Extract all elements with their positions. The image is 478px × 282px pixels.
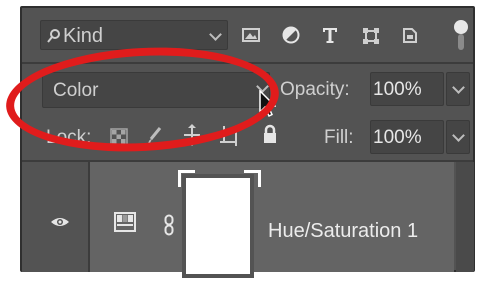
opacity-field[interactable]: 100%	[370, 72, 444, 106]
filter-toggle-knob	[454, 20, 468, 34]
layer-row[interactable]: Hue/Saturation 1	[90, 162, 454, 278]
shape-layer-filter-icon[interactable]	[362, 27, 380, 45]
search-icon	[47, 29, 60, 43]
pixel-layer-filter-icon[interactable]	[242, 28, 260, 42]
filter-toggle-track	[458, 34, 464, 50]
filter-kind-dropdown[interactable]: Kind	[40, 20, 228, 50]
hue-saturation-adjustment-icon	[114, 212, 136, 232]
eye-icon[interactable]	[50, 216, 70, 228]
type-layer-filter-icon[interactable]	[322, 26, 338, 44]
adjustment-layer-filter-icon[interactable]	[282, 26, 300, 44]
opacity-label: Opacity:	[280, 79, 350, 100]
filter-kind-label: Kind	[63, 25, 104, 47]
scrollbar-track[interactable]	[456, 162, 474, 272]
fill-field[interactable]: 100%	[370, 120, 444, 154]
opacity-slider-button[interactable]	[446, 72, 470, 106]
lock-all-icon[interactable]	[262, 124, 278, 144]
chevron-down-icon	[452, 81, 465, 94]
mask-selection-corner	[244, 170, 261, 187]
smart-object-filter-icon[interactable]	[402, 26, 418, 44]
opacity-value: 100%	[373, 79, 422, 100]
fill-label: Fill:	[324, 127, 354, 148]
chevron-down-icon	[452, 129, 465, 142]
layer-mask-thumbnail[interactable]	[182, 174, 254, 278]
filter-toggle-switch[interactable]	[452, 20, 470, 52]
mask-selection-corner	[178, 170, 195, 187]
chevron-down-icon	[209, 28, 222, 41]
layer-name: Hue/Saturation 1	[268, 220, 419, 242]
fill-slider-button[interactable]	[446, 120, 470, 154]
fill-value: 100%	[373, 127, 422, 148]
link-chain-icon[interactable]	[164, 214, 174, 236]
